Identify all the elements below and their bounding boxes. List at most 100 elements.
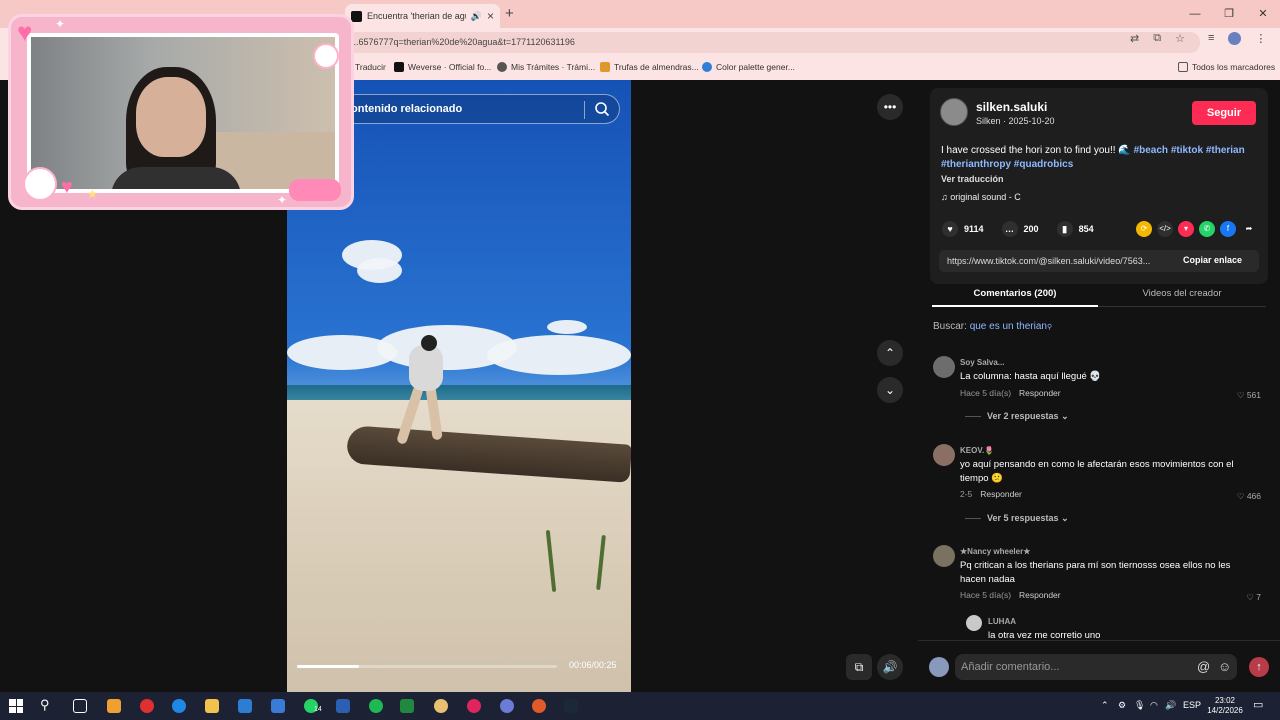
author-avatar[interactable]: [940, 98, 968, 126]
active-tab-underline: [932, 305, 1098, 307]
wifi-icon[interactable]: ◠: [1150, 700, 1158, 711]
microphone-icon[interactable]: 🎙: [1134, 700, 1145, 711]
app-icon[interactable]: [140, 699, 154, 713]
minimize-button[interactable]: —: [1178, 0, 1212, 28]
chevron-up-icon[interactable]: ⌃: [1101, 700, 1109, 711]
comment-button[interactable]: … 200: [1001, 221, 1039, 237]
engagement-stats: ♥ 9114 … 200 ▮ 854: [942, 221, 1094, 237]
close-window-button[interactable]: ✕: [1246, 0, 1280, 28]
close-tab-icon[interactable]: ×: [487, 9, 494, 23]
view-replies-button[interactable]: Ver 5 respuestas ⌄: [965, 513, 1069, 524]
suggested-search-query[interactable]: que es un therian: [970, 321, 1047, 332]
excel-icon[interactable]: [400, 699, 414, 713]
hashtag[interactable]: #therian: [1206, 145, 1245, 156]
whatsapp-badge: 14: [314, 706, 322, 713]
see-translation-link[interactable]: Ver traducción: [941, 174, 1004, 184]
speaker-icon[interactable]: 🔊: [1165, 700, 1176, 711]
share-link-url[interactable]: https://www.tiktok.com/@silken.saluki/vi…: [947, 256, 1172, 266]
translate-icon[interactable]: ⇄: [1130, 32, 1139, 45]
speaker-icon[interactable]: 🔊: [471, 11, 482, 22]
clock[interactable]: 23:02 14/2/2026: [1200, 696, 1250, 716]
author-username[interactable]: silken.saluki: [976, 100, 1047, 114]
profile-avatar-icon[interactable]: [1228, 32, 1242, 45]
reply-button[interactable]: Responder: [1019, 388, 1061, 398]
like-button[interactable]: ♥ 9114: [942, 221, 984, 237]
file-explorer-icon[interactable]: [205, 699, 219, 713]
previous-video-button[interactable]: ⌃: [877, 340, 903, 366]
bookmark-color-palette[interactable]: Color palette gener...: [702, 62, 795, 72]
chrome-icon[interactable]: [434, 699, 448, 713]
outlook-icon[interactable]: [238, 699, 252, 713]
app-icon[interactable]: [532, 699, 546, 713]
follow-button[interactable]: Seguir: [1192, 101, 1256, 125]
bookmark-translate[interactable]: Traducir: [355, 62, 386, 72]
video-progress-bar[interactable]: [297, 665, 557, 668]
commenter-name[interactable]: Soy Salva...: [960, 358, 1004, 367]
mention-icon[interactable]: @: [1197, 659, 1210, 674]
hashtag[interactable]: #quadrobics: [1014, 159, 1073, 170]
new-tab-button[interactable]: +: [505, 5, 514, 22]
add-comment-input[interactable]: Añadir comentario...: [955, 654, 1237, 680]
related-content-search[interactable]: ontenido relacionado: [340, 94, 620, 124]
next-video-button[interactable]: ⌄: [877, 377, 903, 403]
hashtag[interactable]: #beach: [1134, 145, 1168, 156]
tab-creator-videos[interactable]: Videos del creador: [1098, 288, 1266, 299]
commenter-avatar[interactable]: [933, 356, 955, 378]
embed-icon[interactable]: </>: [1157, 221, 1173, 237]
install-icon[interactable]: ⧉: [1153, 32, 1161, 45]
picture-in-picture-button[interactable]: ⧉: [846, 654, 872, 680]
facebook-icon[interactable]: f: [1220, 221, 1236, 237]
edge-icon[interactable]: [172, 699, 186, 713]
commenter-avatar[interactable]: [933, 545, 955, 567]
bookmark-star-icon[interactable]: ☆: [1175, 32, 1185, 45]
send-to-friend-icon[interactable]: ▾: [1178, 221, 1194, 237]
discord-icon[interactable]: [500, 699, 514, 713]
save-button[interactable]: ▮ 854: [1056, 221, 1094, 237]
commenter-avatar[interactable]: [933, 444, 955, 466]
url-field[interactable]: ...6576777q=therian%20de%20agua&t=177112…: [345, 32, 1200, 53]
bookmark-weverse[interactable]: Weverse · Official fo...: [394, 62, 491, 72]
emoji-icon[interactable]: ☺: [1218, 659, 1231, 674]
comment-like-button[interactable]: ♡ 7: [1246, 592, 1261, 603]
repost-icon[interactable]: ⟳: [1136, 221, 1152, 237]
windows-start-icon[interactable]: [9, 699, 23, 713]
reply-button[interactable]: Responder: [980, 489, 1022, 499]
commenter-name[interactable]: LUHAA: [988, 617, 1016, 626]
copy-link-button[interactable]: Copiar enlace: [1183, 255, 1242, 265]
menu-icon[interactable]: ⋮: [1255, 32, 1266, 45]
more-options-button[interactable]: •••: [877, 94, 903, 120]
commenter-avatar[interactable]: [966, 615, 982, 631]
all-bookmarks[interactable]: Todos los marcadores: [1178, 62, 1275, 72]
tray-icon[interactable]: ⚙: [1118, 700, 1126, 711]
comment-like-button[interactable]: ♡ 561: [1237, 390, 1261, 401]
share-arrow-icon[interactable]: ➦: [1241, 221, 1257, 237]
commenter-name[interactable]: KEOV.🌷: [960, 446, 994, 455]
language-indicator[interactable]: ESP: [1183, 700, 1201, 710]
search-icon[interactable]: [594, 101, 610, 117]
task-view-icon[interactable]: [73, 699, 87, 713]
calculator-icon[interactable]: [271, 699, 285, 713]
commenter-name[interactable]: ★Nancy wheeler★: [960, 547, 1030, 556]
notifications-icon[interactable]: ▭: [1253, 698, 1263, 711]
hashtag[interactable]: #therianthropy: [941, 159, 1011, 170]
search-icon[interactable]: ⚲: [40, 697, 50, 713]
reply-button[interactable]: Responder: [1019, 590, 1061, 600]
view-replies-button[interactable]: Ver 2 respuestas ⌄: [965, 411, 1069, 422]
comment-like-button[interactable]: ♡ 466: [1237, 491, 1261, 502]
spotify-icon[interactable]: [369, 699, 383, 713]
bookmark-tramites[interactable]: Mis Trámites · Trámi...: [497, 62, 595, 72]
active-tab[interactable]: Encuentra 'therian de agua' 🔊 ×: [345, 4, 500, 28]
volume-button[interactable]: 🔊: [877, 654, 903, 680]
post-comment-button[interactable]: ↑: [1249, 657, 1269, 677]
copilot-icon[interactable]: [107, 699, 121, 713]
whatsapp-icon[interactable]: ✆: [1199, 221, 1215, 237]
reading-list-icon[interactable]: ≡: [1208, 32, 1214, 45]
tab-comments[interactable]: Comentarios (200): [932, 288, 1098, 299]
app-icon[interactable]: [336, 699, 350, 713]
steam-icon[interactable]: [564, 699, 578, 713]
restore-button[interactable]: ❐: [1212, 0, 1246, 28]
bookmark-trufas[interactable]: Trufas de almendras...: [600, 62, 699, 72]
media-player-icon[interactable]: [467, 699, 481, 713]
sound-link[interactable]: ♫ original sound - C: [941, 192, 1021, 202]
hashtag[interactable]: #tiktok: [1171, 145, 1203, 156]
